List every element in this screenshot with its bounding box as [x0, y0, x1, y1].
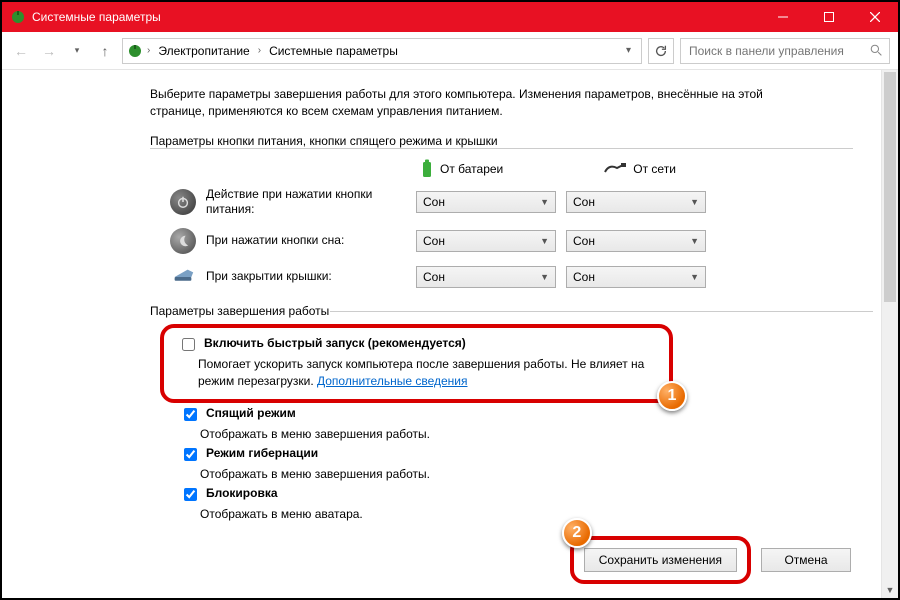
app-icon	[10, 9, 26, 25]
power-icon	[170, 189, 196, 215]
option-sleep: Спящий режим Отображать в меню завершени…	[180, 406, 853, 443]
section-shutdown-title: Параметры завершения работы	[150, 304, 853, 318]
plug-icon	[603, 162, 627, 176]
minimize-button[interactable]	[760, 2, 806, 32]
option-hibernate: Режим гибернации Отображать в меню завер…	[180, 446, 853, 483]
row-lid-label: При закрытии крышки:	[206, 269, 406, 285]
chevron-right-icon: ›	[258, 45, 261, 56]
scroll-down-icon[interactable]: ▼	[882, 581, 898, 598]
vertical-scrollbar[interactable]: ▲ ▼	[881, 70, 898, 598]
section-buttons-title: Параметры кнопки питания, кнопки спящего…	[150, 134, 853, 149]
breadcrumb-dropdown[interactable]: ▾	[620, 45, 637, 56]
hibernate-label: Режим гибернации	[206, 446, 318, 460]
header-battery: От батареи	[420, 159, 503, 179]
nav-recent-button[interactable]: ▾	[66, 40, 88, 62]
laptop-icon	[170, 264, 196, 290]
combo-lid-ac[interactable]: Сон▼	[566, 266, 706, 288]
callout-badge-2: 2	[562, 518, 592, 548]
lock-label: Блокировка	[206, 486, 278, 500]
section-buttons-title-text: Параметры кнопки питания, кнопки спящего…	[150, 134, 498, 148]
sleep-desc: Отображать в меню завершения работы.	[200, 426, 853, 443]
maximize-button[interactable]	[806, 2, 852, 32]
search-input[interactable]	[687, 43, 866, 59]
scrollbar-thumb[interactable]	[884, 72, 896, 302]
search-box[interactable]	[680, 38, 890, 64]
chevron-down-icon: ▼	[690, 197, 699, 207]
row-lid: При закрытии крышки: Сон▼ Сон▼	[170, 264, 853, 290]
chevron-right-icon: ›	[147, 45, 150, 56]
nav-forward-button[interactable]: →	[38, 40, 60, 62]
sleep-label: Спящий режим	[206, 406, 296, 420]
checkbox-lock[interactable]	[184, 488, 197, 501]
chevron-down-icon: ▼	[540, 236, 549, 246]
header-battery-label: От батареи	[440, 162, 503, 176]
combo-sleep-ac[interactable]: Сон▼	[566, 230, 706, 252]
battery-icon	[420, 159, 434, 179]
save-button[interactable]: Сохранить изменения	[584, 548, 737, 572]
header-ac-label: От сети	[633, 162, 676, 176]
row-power-label: Действие при нажатии кнопки питания:	[206, 187, 406, 218]
combo-power-ac[interactable]: Сон▼	[566, 191, 706, 213]
breadcrumb-icon	[127, 43, 143, 59]
breadcrumb-item-power[interactable]: Электропитание	[154, 44, 253, 58]
nav-up-button[interactable]: ↑	[94, 40, 116, 62]
refresh-button[interactable]	[648, 38, 674, 64]
window-title: Системные параметры	[32, 10, 161, 24]
checkbox-sleep[interactable]	[184, 408, 197, 421]
section-shutdown-title-text: Параметры завершения работы	[150, 304, 329, 318]
fast-startup-desc: Помогает ускорить запуск компьютера посл…	[198, 356, 655, 390]
chevron-down-icon: ▼	[540, 197, 549, 207]
close-button[interactable]	[852, 2, 898, 32]
content: Выберите параметры завершения работы для…	[2, 70, 898, 598]
footer: Сохранить изменения 2 Отмена	[2, 536, 881, 584]
row-power-button: Действие при нажатии кнопки питания: Сон…	[170, 187, 853, 218]
highlight-fast-startup: Включить быстрый запуск (рекомендуется) …	[160, 324, 673, 404]
row-sleep-label: При нажатии кнопки сна:	[206, 233, 406, 249]
checkbox-hibernate[interactable]	[184, 448, 197, 461]
moon-icon	[170, 228, 196, 254]
scroll-area: Выберите параметры завершения работы для…	[2, 70, 881, 598]
titlebar: Системные параметры	[2, 2, 898, 32]
breadcrumb-item-system[interactable]: Системные параметры	[265, 44, 402, 58]
fast-startup-link[interactable]: Дополнительные сведения	[317, 374, 467, 388]
checkbox-fast-startup[interactable]	[182, 338, 195, 351]
navbar: ← → ▾ ↑ › Электропитание › Системные пар…	[2, 32, 898, 70]
nav-back-button[interactable]: ←	[10, 40, 32, 62]
intro-text: Выберите параметры завершения работы для…	[150, 86, 770, 120]
chevron-down-icon: ▼	[690, 272, 699, 282]
combo-sleep-battery[interactable]: Сон▼	[416, 230, 556, 252]
chevron-down-icon: ▼	[690, 236, 699, 246]
row-sleep-button: При нажатии кнопки сна: Сон▼ Сон▼	[170, 228, 853, 254]
breadcrumb[interactable]: › Электропитание › Системные параметры ▾	[122, 38, 642, 64]
fast-startup-label: Включить быстрый запуск (рекомендуется)	[204, 336, 466, 350]
combo-power-battery[interactable]: Сон▼	[416, 191, 556, 213]
chevron-down-icon: ▼	[540, 272, 549, 282]
search-icon	[870, 44, 883, 57]
option-lock: Блокировка Отображать в меню аватара.	[180, 486, 853, 523]
lock-desc: Отображать в меню аватара.	[200, 506, 853, 523]
hibernate-desc: Отображать в меню завершения работы.	[200, 466, 853, 483]
column-headers: От батареи От сети	[420, 159, 853, 179]
cancel-button[interactable]: Отмена	[761, 548, 851, 572]
highlight-save: Сохранить изменения 2	[570, 536, 751, 584]
header-ac: От сети	[603, 162, 676, 176]
combo-lid-battery[interactable]: Сон▼	[416, 266, 556, 288]
